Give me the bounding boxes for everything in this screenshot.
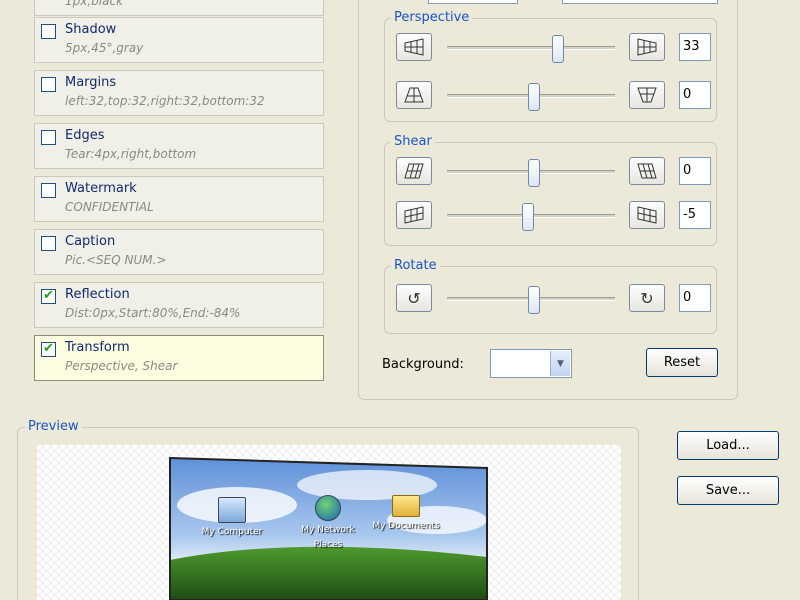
effect-subtitle: Perspective, Shear	[65, 359, 178, 373]
effect-title: Caption	[65, 234, 116, 249]
rotate-group-title: Rotate	[391, 258, 440, 273]
effect-title: Reflection	[65, 287, 130, 302]
perspective-group	[384, 18, 717, 122]
effect-item-reflection[interactable]: ✔ Reflection Dist:0px,Start:80%,End:-84%	[34, 282, 324, 328]
desktop-icon-label: My Network Places	[301, 525, 355, 550]
shear-group-title: Shear	[391, 134, 435, 149]
transform-checkbox[interactable]: ✔	[41, 341, 56, 357]
preview-canvas: My Computer My Network Places My Documen…	[37, 445, 621, 600]
chevron-down-icon: ▼	[557, 358, 564, 369]
rotate-ccw-icon: ↺	[407, 288, 421, 308]
watermark-checkbox[interactable]	[41, 183, 56, 198]
shear-right-icon	[637, 163, 657, 179]
shear-vertical-up-button[interactable]	[396, 201, 432, 229]
effect-subtitle: CONFIDENTIAL	[65, 200, 154, 214]
effect-title: Shadow	[65, 22, 117, 37]
effect-item-shadow[interactable]: Shadow 5px,45°,gray	[34, 17, 324, 63]
effect-subtitle: Dist:0px,Start:80%,End:-84%	[65, 306, 241, 320]
perspective-horizontal-slider[interactable]	[447, 46, 615, 50]
shear-up-icon	[404, 206, 424, 224]
computer-icon	[218, 497, 246, 523]
slider-thumb[interactable]	[528, 83, 540, 111]
perspective-horizontal-left-button[interactable]	[396, 33, 432, 61]
effect-subtitle: left:32,top:32,right:32,bottom:32	[65, 94, 265, 108]
slider-thumb[interactable]	[522, 203, 534, 231]
reflection-checkbox[interactable]: ✔	[41, 288, 56, 304]
shear-vertical-down-button[interactable]	[629, 201, 665, 229]
perspective-horizontal-right-button[interactable]	[629, 33, 665, 61]
desktop-icon-label: My Computer	[201, 527, 263, 537]
effect-item-watermark[interactable]: Watermark CONFIDENTIAL	[34, 176, 324, 222]
effect-subtitle: 5px,45°,gray	[65, 41, 144, 55]
perspective-vertical-icon	[404, 87, 424, 103]
shear-left-icon	[404, 163, 424, 179]
shear-horizontal-left-button[interactable]	[396, 157, 432, 185]
effect-subtitle: Tear:4px,right,bottom	[65, 147, 197, 161]
save-button[interactable]: Save...	[677, 476, 779, 505]
shear-vertical-value[interactable]: -5	[679, 201, 711, 229]
perspective-vertical-value[interactable]: 0	[679, 81, 711, 109]
load-button[interactable]: Load...	[677, 431, 779, 460]
effect-item-margins[interactable]: Margins left:32,top:32,right:32,bottom:3…	[34, 70, 324, 116]
checkmark-icon: ✔	[43, 288, 54, 303]
shadow-checkbox[interactable]	[41, 24, 56, 39]
desktop-icon-my-network-places: My Network Places	[293, 495, 363, 551]
slider-thumb[interactable]	[552, 35, 564, 63]
preview-group-title: Preview	[25, 419, 82, 434]
effect-item-caption[interactable]: Caption Pic.<SEQ NUM.>	[34, 229, 324, 275]
perspective-vertical-top-button[interactable]	[396, 81, 432, 109]
rotate-value[interactable]: 0	[679, 284, 711, 312]
perspective-horizontal-value[interactable]: 33	[679, 33, 711, 61]
partial-top-field[interactable]	[428, 0, 518, 4]
dropdown-button[interactable]: ▼	[550, 351, 570, 376]
perspective-horizontal-icon	[637, 38, 657, 56]
rotate-cw-icon: ↻	[640, 288, 654, 308]
rotate-cw-button[interactable]: ↻	[629, 284, 665, 312]
reset-button[interactable]: Reset	[646, 348, 718, 377]
caption-checkbox[interactable]	[41, 236, 56, 251]
perspective-vertical-bottom-button[interactable]	[629, 81, 665, 109]
slider-thumb[interactable]	[528, 159, 540, 187]
perspective-horizontal-icon	[404, 38, 424, 56]
slider-thumb[interactable]	[528, 286, 540, 314]
effect-title: Edges	[65, 128, 105, 143]
partial-top-field[interactable]	[562, 0, 718, 4]
globe-icon	[315, 495, 341, 521]
effect-subtitle: 1px,black	[65, 0, 124, 8]
desktop-icon-label: My Documents	[372, 521, 440, 531]
shear-group	[384, 142, 717, 246]
shear-down-icon	[637, 206, 657, 224]
background-label: Background:	[382, 357, 464, 372]
effect-subtitle: Pic.<SEQ NUM.>	[65, 253, 167, 267]
perspective-group-title: Perspective	[391, 10, 473, 25]
effect-title: Margins	[65, 75, 117, 90]
perspective-vertical-icon	[637, 87, 657, 103]
folder-icon	[392, 495, 420, 517]
effect-title: Watermark	[65, 181, 137, 196]
effect-item-transform[interactable]: ✔ Transform Perspective, Shear	[34, 335, 324, 381]
effect-item-edges[interactable]: Edges Tear:4px,right,bottom	[34, 123, 324, 169]
margins-checkbox[interactable]	[41, 77, 56, 92]
rotate-ccw-button[interactable]: ↺	[396, 284, 432, 312]
effect-title: Transform	[65, 340, 130, 355]
effect-item-border[interactable]: 1px,black	[34, 0, 324, 16]
shear-horizontal-right-button[interactable]	[629, 157, 665, 185]
shear-horizontal-value[interactable]: 0	[679, 157, 711, 185]
desktop-icon-my-computer: My Computer	[197, 497, 267, 538]
edges-checkbox[interactable]	[41, 130, 56, 145]
background-color-dropdown[interactable]: ▼	[490, 349, 572, 378]
checkmark-icon: ✔	[43, 341, 54, 356]
desktop-icon-my-documents: My Documents	[371, 495, 441, 532]
